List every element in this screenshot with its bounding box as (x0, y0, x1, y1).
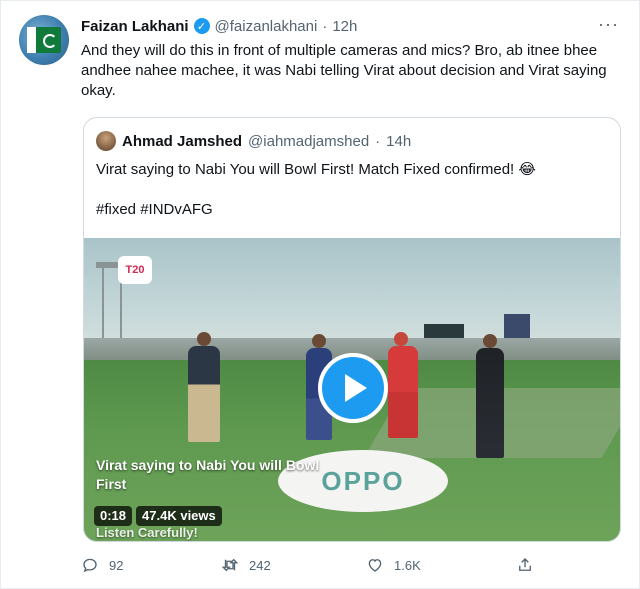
video-caption: Virat saying to Nabi You will Bowl First (96, 457, 320, 492)
separator-dot: · (375, 132, 381, 150)
like-button[interactable]: 1.6K (366, 553, 421, 577)
tweet-header: Faizan Lakhani ✓ @faizanlakhani · 12h (81, 15, 357, 37)
author-avatar[interactable] (19, 15, 69, 65)
quoted-tweet-timestamp[interactable]: 14h (386, 133, 411, 150)
tweet-card[interactable]: Faizan Lakhani ✓ @faizanlakhani · 12h ··… (0, 0, 640, 589)
quoted-author-name[interactable]: Ahmad Jamshed (122, 133, 242, 150)
video-caption-sub: Listen Carefully! (96, 525, 198, 540)
tweet-text: And they will do this in front of multip… (81, 42, 607, 99)
umpire-head (197, 332, 211, 346)
separator-dot: · (322, 17, 328, 35)
retweet-button[interactable]: 242 (221, 553, 271, 577)
retweet-count: 242 (249, 557, 271, 573)
quoted-tweet[interactable]: Ahmad Jamshed @iahmadjamshed · 14h Virat… (83, 117, 621, 542)
quoted-author-avatar[interactable] (96, 131, 116, 151)
share-button[interactable] (516, 553, 534, 577)
like-count: 1.6K (394, 557, 421, 573)
share-icon (519, 558, 531, 571)
quoted-hashtags[interactable]: #fixed #INDvAFG (96, 200, 606, 220)
author-name[interactable]: Faizan Lakhani (81, 18, 189, 35)
quoted-tweet-header: Ahmad Jamshed @iahmadjamshed · 14h (96, 130, 411, 152)
presenter-head (483, 334, 497, 348)
quoted-text-line: Virat saying to Nabi You will Bowl First… (96, 161, 536, 178)
video-player[interactable]: T20 OPPO Virat saying to Nabi You will B… (84, 238, 620, 541)
video-duration: 0:18 (94, 506, 133, 526)
quoted-author-handle[interactable]: @iahmadjamshed (248, 133, 369, 150)
video-views: 47.4K views (136, 506, 222, 526)
captain-head (394, 332, 408, 346)
author-handle[interactable]: @faizanlakhani (215, 18, 318, 35)
tweet-timestamp[interactable]: 12h (332, 18, 357, 35)
retweet-icon (221, 558, 239, 572)
presenter-figure (476, 348, 504, 458)
video-badges: 0:18 47.4K views (94, 506, 222, 526)
reply-icon (83, 558, 97, 573)
reply-count: 92 (109, 557, 124, 573)
player-head (312, 334, 326, 348)
t20-logo: T20 (118, 256, 152, 284)
captain-figure (388, 346, 418, 438)
reply-button[interactable]: 92 (81, 553, 123, 577)
quoted-tweet-text: Virat saying to Nabi You will Bowl First… (96, 160, 606, 220)
flag-icon (27, 27, 61, 53)
action-bar: 92 242 1.6K (81, 553, 561, 577)
more-options-icon[interactable]: ··· (598, 15, 619, 33)
like-icon (368, 559, 382, 572)
verified-badge-icon: ✓ (193, 18, 210, 34)
umpire-figure (188, 346, 220, 442)
play-button[interactable] (318, 353, 388, 423)
